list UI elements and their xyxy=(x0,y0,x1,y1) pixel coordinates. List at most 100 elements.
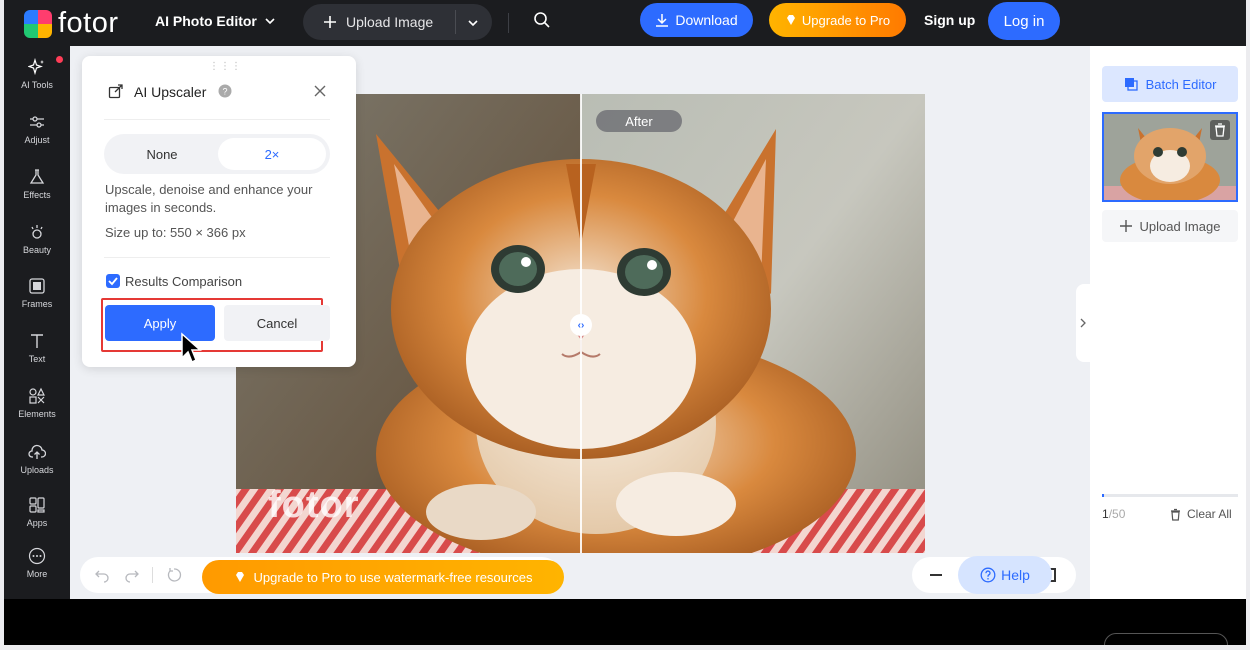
comparison-handle-icon[interactable]: ‹› xyxy=(570,314,592,336)
shapes-icon xyxy=(29,387,45,404)
clear-all-button[interactable]: Clear All xyxy=(1169,507,1232,521)
sidebar-item-frames[interactable]: Frames xyxy=(4,275,70,327)
logo-text: fotor xyxy=(58,7,119,39)
logo[interactable]: fotor xyxy=(24,7,119,40)
plus-icon xyxy=(1119,220,1132,232)
sparkle-icon xyxy=(28,58,44,76)
option-none[interactable]: None xyxy=(108,138,216,170)
sidebar-item-label: Text xyxy=(28,354,46,364)
redo-icon[interactable] xyxy=(124,567,140,583)
svg-text:?: ? xyxy=(222,87,227,97)
reset-icon[interactable] xyxy=(166,567,182,583)
upgrade-banner[interactable]: Upgrade to Pro to use watermark-free res… xyxy=(202,560,564,594)
collapse-right-panel-button[interactable] xyxy=(1076,284,1090,362)
upgrade-banner-text: Upgrade to Pro to use watermark-free res… xyxy=(253,569,533,585)
divider xyxy=(455,10,456,34)
app-window: fotor AI Photo Editor Upload Image Downl… xyxy=(4,0,1246,645)
batch-icon xyxy=(1124,78,1138,91)
login-button[interactable]: Log in xyxy=(988,2,1060,40)
trash-icon xyxy=(1171,508,1180,521)
eye-icon xyxy=(31,225,43,239)
plus-icon xyxy=(324,16,336,28)
undo-icon[interactable] xyxy=(94,567,110,583)
cloud-upload-icon xyxy=(28,444,46,459)
batch-editor-label: Batch Editor xyxy=(1145,76,1217,92)
signup-label: Sign up xyxy=(924,12,976,28)
sidebar-item-apps[interactable]: Apps xyxy=(4,494,70,546)
sidebar-item-label: Effects xyxy=(23,190,51,200)
divider xyxy=(104,257,330,258)
signup-link[interactable]: Sign up xyxy=(924,12,975,28)
help-button[interactable]: Help xyxy=(958,556,1052,594)
upload-image-label: Upload Image xyxy=(346,14,434,30)
help-label: Help xyxy=(1001,567,1030,583)
image-thumbnail[interactable] xyxy=(1102,112,1238,202)
chevron-down-icon xyxy=(265,18,275,25)
sliders-icon xyxy=(30,116,44,128)
bottom-letterbox xyxy=(4,599,1246,645)
fotor-logo-icon xyxy=(24,9,52,38)
upgrade-button[interactable]: Upgrade to Pro xyxy=(769,3,906,37)
sidebar-item-label: Uploads xyxy=(20,465,54,475)
sidebar-item-more[interactable]: More xyxy=(4,545,70,597)
sidebar-item-label: Adjust xyxy=(24,135,50,145)
sidebar-item-effects[interactable]: Effects xyxy=(4,166,70,218)
sidebar-item-beauty[interactable]: Beauty xyxy=(4,221,70,273)
chevron-down-icon[interactable] xyxy=(466,16,480,30)
divider xyxy=(508,13,509,33)
image-count: 1/50 xyxy=(1102,507,1125,521)
upload-image-button[interactable]: Upload Image xyxy=(303,4,492,40)
upload-progress-bar xyxy=(1102,494,1238,497)
editor-menu[interactable]: AI Photo Editor xyxy=(155,13,277,29)
check-icon xyxy=(108,277,118,286)
frame-icon xyxy=(29,278,45,294)
after-label: After xyxy=(596,110,682,132)
sidebar-item-label: Apps xyxy=(26,518,48,528)
comparison-checkbox[interactable] xyxy=(106,274,120,288)
clear-all-label: Clear All xyxy=(1187,507,1232,521)
sidebar-item-adjust[interactable]: Adjust xyxy=(4,111,70,163)
sidebar-item-label: Frames xyxy=(21,299,53,309)
divider xyxy=(152,567,153,583)
right-panel: Batch Editor Upload Image 1/50 Clear All xyxy=(1090,46,1246,599)
divider xyxy=(104,119,330,120)
upscale-icon xyxy=(108,84,123,99)
download-button[interactable]: Download xyxy=(640,3,753,37)
search-icon[interactable] xyxy=(533,11,551,29)
apps-icon xyxy=(29,497,45,513)
zoom-out-icon[interactable] xyxy=(930,574,942,576)
top-bar: fotor AI Photo Editor Upload Image Downl… xyxy=(4,0,1084,46)
trash-icon xyxy=(1215,123,1225,137)
sidebar-item-elements[interactable]: Elements xyxy=(4,385,70,437)
drag-handle-icon[interactable]: ⋮⋮⋮ xyxy=(209,61,242,72)
overlay-control[interactable] xyxy=(1104,633,1228,645)
sidebar-item-uploads[interactable]: Uploads xyxy=(4,441,70,493)
comparison-label: Results Comparison xyxy=(125,274,243,289)
chevron-right-icon xyxy=(1080,318,1086,328)
sidebar-item-label: More xyxy=(26,569,48,579)
scale-selector: None 2× xyxy=(104,134,330,174)
delete-thumbnail-button[interactable] xyxy=(1210,120,1230,140)
flask-icon xyxy=(29,169,45,184)
close-icon[interactable] xyxy=(313,84,327,98)
upgrade-label: Upgrade to Pro xyxy=(801,12,891,28)
more-icon xyxy=(28,547,46,565)
help-circle-icon[interactable]: ? xyxy=(218,84,232,98)
cursor-arrow-icon xyxy=(181,332,202,364)
download-icon xyxy=(656,14,669,27)
editor-menu-label: AI Photo Editor xyxy=(155,13,257,29)
panel-title: AI Upscaler xyxy=(134,84,207,100)
batch-editor-button[interactable]: Batch Editor xyxy=(1102,66,1238,102)
upload-image-panel-button[interactable]: Upload Image xyxy=(1102,210,1238,242)
sidebar-item-ai-tools[interactable]: AI Tools xyxy=(4,56,70,108)
sidebar-item-label: Elements xyxy=(18,409,56,419)
cancel-button[interactable]: Cancel xyxy=(224,305,330,341)
watermark: fotor xyxy=(268,484,360,526)
sidebar-item-text[interactable]: Text xyxy=(4,330,70,382)
panel-description: Upscale, denoise and enhance your images… xyxy=(105,182,313,215)
download-label: Download xyxy=(675,12,738,28)
upload-progress-fill xyxy=(1102,494,1104,497)
option-2x[interactable]: 2× xyxy=(218,138,326,170)
size-limit-text: Size up to: 550 × 366 px xyxy=(105,225,246,240)
image-count-total: /50 xyxy=(1108,507,1126,521)
